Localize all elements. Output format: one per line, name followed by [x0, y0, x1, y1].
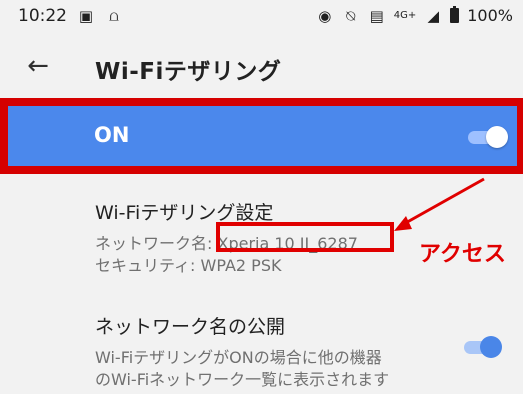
arrow-left-icon: ← — [27, 51, 49, 81]
app-bar: ← Wi-Fiテザリング — [0, 34, 523, 100]
publish-network-desc-line1: Wi-FiテザリングがONの場合に他の機器 — [95, 348, 382, 367]
master-switch-label: ON — [94, 123, 130, 147]
location-icon: ◉ — [318, 6, 332, 25]
tethering-settings-title: Wi-Fiテザリング設定 — [95, 202, 274, 224]
back-button[interactable]: ← — [20, 48, 56, 84]
publish-toggle-thumb — [480, 336, 502, 358]
status-time: 10:22 — [18, 6, 67, 26]
master-toggle[interactable] — [464, 125, 508, 149]
battery-icon — [450, 6, 460, 23]
publish-network-row[interactable]: ネットワーク名の公開 Wi-FiテザリングがONの場合に他の機器 のWi-Fiネ… — [0, 300, 523, 394]
signal-icon: ◢ — [427, 6, 440, 25]
network-name-highlight — [216, 222, 394, 252]
status-bar: 10:22 ▣ ⩍ ◉ ⍉ ▤ 4G+ ◢ 100% — [0, 0, 523, 34]
security-text: セキュリティ: WPA2 PSK — [95, 256, 282, 275]
publish-network-desc-line2: のWi-Fiネットワーク一覧に表示されます — [95, 370, 390, 389]
annotation-arrow-icon — [394, 177, 485, 231]
page-title: Wi-Fiテザリング — [95, 59, 282, 85]
mute-icon: ⍉ — [346, 6, 356, 25]
signal-tool-icon: ⩍ — [109, 7, 119, 25]
master-switch-highlight-frame: ON — [0, 98, 523, 174]
image-icon: ▣ — [78, 7, 94, 25]
status-left: 10:22 ▣ ⩍ — [18, 6, 123, 26]
master-switch-bar[interactable]: ON — [8, 106, 517, 166]
master-toggle-thumb — [486, 126, 508, 148]
wifi-icon: ▤ — [369, 6, 384, 25]
battery-level: 100% — [467, 6, 513, 25]
publish-network-title: ネットワーク名の公開 — [95, 316, 286, 338]
publish-network-toggle[interactable] — [462, 336, 502, 358]
annotation-text: アクセス — [419, 242, 506, 267]
network-icon: 4G+ — [393, 10, 417, 21]
status-right: ◉ ⍉ ▤ 4G+ ◢ 100% — [316, 6, 513, 25]
